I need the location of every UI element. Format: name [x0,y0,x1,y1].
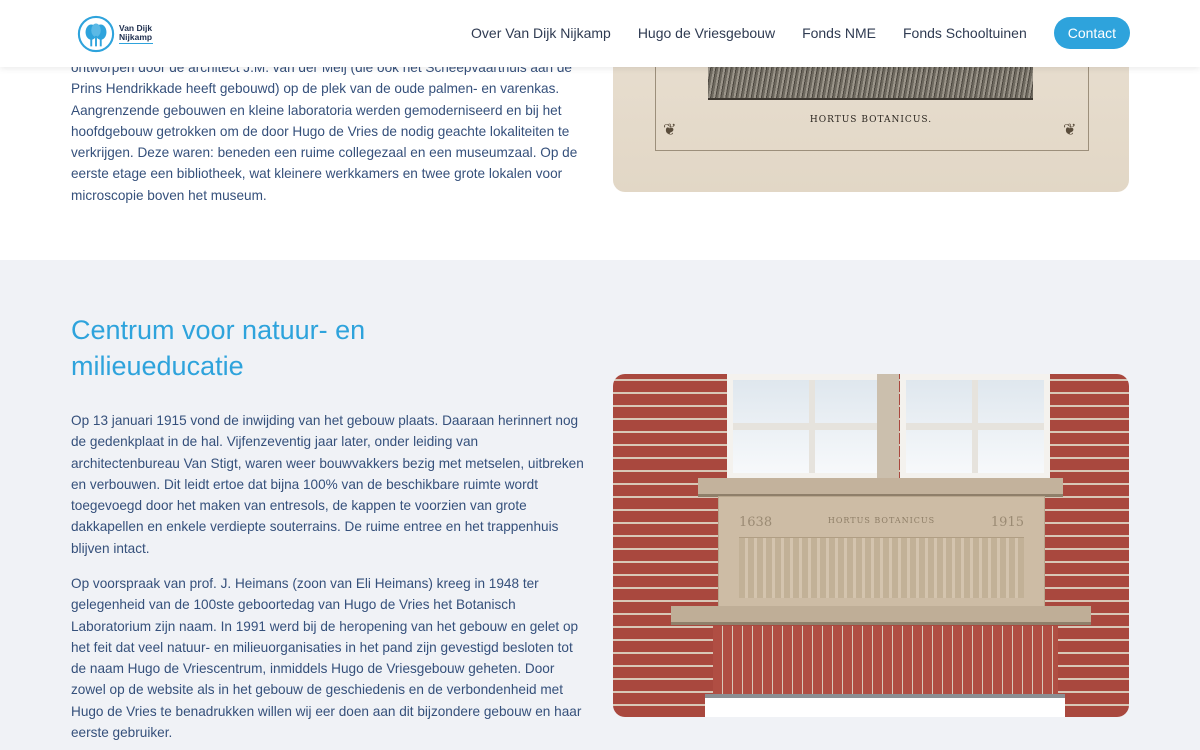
contact-button[interactable]: Contact [1053,17,1130,49]
gable-stone-relief [739,537,1024,598]
intro-text: ontworpen door de architect J.M. van der… [71,60,578,203]
site-header: Van Dijk Nijkamp Over Van Dijk Nijkamp H… [0,0,1200,67]
facade-lower-window [705,694,1065,717]
logo-text: Van Dijk Nijkamp [119,24,153,44]
gable-stone-year-right: 1915 [990,515,1024,530]
section-title: Centrum voor natuur- en milieueducatie [71,315,366,381]
nav-hugo-de-vriesgebouw[interactable]: Hugo de Vriesgebouw [638,25,775,41]
facade-upper-sill [698,478,1063,497]
engraving-caption: HORTUS BOTANICUS. [809,115,933,125]
paragraph-2: Op voorspraak van prof. J. Heimans (zoon… [71,576,582,741]
main-nav: Over Van Dijk Nijkamp Hugo de Vriesgebou… [444,17,1130,49]
nav-over-van-dijk-nijkamp[interactable]: Over Van Dijk Nijkamp [471,25,611,41]
facade-mullion [877,374,899,479]
logo-tree-icon [77,15,115,53]
facade-window-right [900,374,1050,479]
nav-fonds-schooltuinen[interactable]: Fonds Schooltuinen [903,25,1027,41]
facade-window-left [727,374,897,479]
education-section: Centrum voor natuur- en milieueducatie O… [0,260,1200,750]
facade-lower-sill [671,606,1091,625]
paragraph-1: Op 13 januari 1915 vond de inwijding van… [71,413,584,556]
site-logo[interactable]: Van Dijk Nijkamp [77,14,177,54]
logo-underline [119,43,153,44]
logo-line2: Nijkamp [119,32,153,42]
facade-gable-stone: 1638 HORTUS BOTANICUS 1915 [718,496,1045,608]
building-facade-image: 1638 HORTUS BOTANICUS 1915 [613,374,1129,717]
nav-fonds-nme[interactable]: Fonds NME [802,25,876,41]
